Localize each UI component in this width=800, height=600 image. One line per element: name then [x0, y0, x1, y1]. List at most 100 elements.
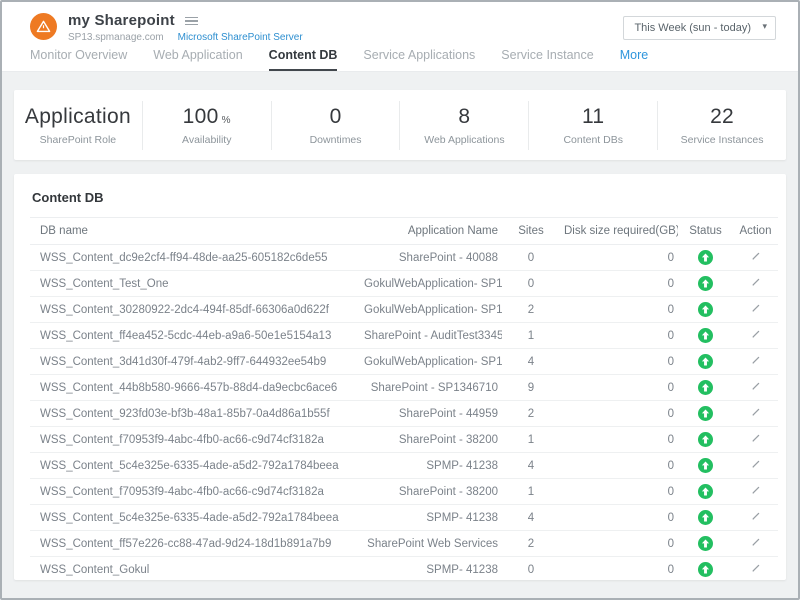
status-up-icon[interactable] — [698, 406, 713, 421]
application-name-cell: SPMP- 41238 — [360, 505, 502, 531]
application-name-cell: SharePoint - 40088 — [360, 245, 502, 271]
hamburger-menu-icon[interactable] — [185, 16, 198, 26]
status-up-icon[interactable] — [698, 328, 713, 343]
summary-stats-card: Application SharePoint Role 100% Availab… — [14, 90, 786, 160]
edit-pencil-icon[interactable] — [750, 406, 762, 421]
action-cell — [733, 479, 778, 505]
db-name-cell: WSS_Content_Test_One — [30, 271, 360, 297]
db-name-cell: WSS_Content_ff4ea452-5cdc-44eb-a9a6-50e1… — [30, 323, 360, 349]
stat-label: Service Instances — [658, 134, 786, 146]
status-up-icon[interactable] — [698, 432, 713, 447]
table-row: WSS_Content_923fd03e-bf3b-48a1-85b7-0a4d… — [30, 401, 778, 427]
table-row: WSS_Content_5c4e325e-6335-4ade-a5d2-792a… — [30, 505, 778, 531]
tab-more[interactable]: More — [620, 48, 648, 71]
status-cell — [678, 323, 733, 349]
content-area: Application SharePoint Role 100% Availab… — [2, 72, 798, 600]
sites-cell: 2 — [502, 401, 560, 427]
edit-pencil-icon[interactable] — [750, 484, 762, 499]
status-cell — [678, 245, 733, 271]
status-cell — [678, 479, 733, 505]
action-cell — [733, 297, 778, 323]
sites-cell: 0 — [502, 245, 560, 271]
action-cell — [733, 427, 778, 453]
edit-pencil-icon[interactable] — [750, 510, 762, 525]
action-cell — [733, 375, 778, 401]
disk-size-cell: 0 — [560, 375, 678, 401]
db-name-cell: WSS_Content_Gokul — [30, 557, 360, 583]
stat-availability: 100% Availability — [143, 101, 272, 150]
edit-pencil-icon[interactable] — [750, 562, 762, 577]
stat-value: Application — [25, 105, 131, 128]
tab-service-applications[interactable]: Service Applications — [363, 48, 475, 71]
status-up-icon[interactable] — [698, 354, 713, 369]
col-db-name: DB name — [30, 218, 360, 245]
status-up-icon[interactable] — [698, 562, 713, 577]
page-title: my Sharepoint — [68, 12, 175, 29]
status-cell — [678, 531, 733, 557]
edit-pencil-icon[interactable] — [750, 250, 762, 265]
edit-pencil-icon[interactable] — [750, 432, 762, 447]
status-up-icon[interactable] — [698, 458, 713, 473]
application-name-cell: SharePoint - 38200 — [360, 427, 502, 453]
status-up-icon[interactable] — [698, 250, 713, 265]
tab-service-instance[interactable]: Service Instance — [501, 48, 593, 71]
application-name-cell: SharePoint - SP1346710 — [360, 375, 502, 401]
edit-pencil-icon[interactable] — [750, 354, 762, 369]
table-row: WSS_Content_f70953f9-4abc-4fb0-ac66-c9d7… — [30, 427, 778, 453]
action-cell — [733, 245, 778, 271]
period-dropdown[interactable]: This Week (sun - today) ▾ — [623, 16, 776, 40]
col-sites: Sites — [502, 218, 560, 245]
sites-cell: 9 — [502, 375, 560, 401]
edit-pencil-icon[interactable] — [750, 536, 762, 551]
edit-pencil-icon[interactable] — [750, 328, 762, 343]
application-name-cell: SPMP- 41238 — [360, 557, 502, 583]
stat-service-instances: 22 Service Instances — [658, 101, 786, 150]
edit-pencil-icon[interactable] — [750, 458, 762, 473]
disk-size-cell: 0 — [560, 531, 678, 557]
stat-label: SharePoint Role — [14, 134, 142, 146]
application-name-cell: GokulWebApplication- SP1328261 — [360, 297, 502, 323]
status-cell — [678, 375, 733, 401]
stat-value: 0 — [330, 105, 342, 128]
disk-size-cell: 0 — [560, 323, 678, 349]
host-name: SP13.spmanage.com — [68, 32, 164, 43]
status-cell — [678, 427, 733, 453]
status-up-icon[interactable] — [698, 536, 713, 551]
db-name-cell: WSS_Content_923fd03e-bf3b-48a1-85b7-0a4d… — [30, 401, 360, 427]
status-up-icon[interactable] — [698, 510, 713, 525]
disk-size-cell: 0 — [560, 453, 678, 479]
col-application-name: Application Name — [360, 218, 502, 245]
edit-pencil-icon[interactable] — [750, 380, 762, 395]
stat-sharepoint-role: Application SharePoint Role — [14, 101, 143, 150]
server-type-link[interactable]: Microsoft SharePoint Server — [178, 32, 303, 43]
edit-pencil-icon[interactable] — [750, 276, 762, 291]
tab-monitor-overview[interactable]: Monitor Overview — [30, 48, 127, 71]
status-cell — [678, 271, 733, 297]
table-row: WSS_Content_44b8b580-9666-457b-88d4-da9e… — [30, 375, 778, 401]
table-row: WSS_Content_dc9e2cf4-ff94-48de-aa25-6051… — [30, 245, 778, 271]
edit-pencil-icon[interactable] — [750, 302, 762, 317]
sites-cell: 4 — [502, 349, 560, 375]
status-up-icon[interactable] — [698, 276, 713, 291]
table-row: WSS_Content_5c4e325e-6335-4ade-a5d2-792a… — [30, 453, 778, 479]
status-up-icon[interactable] — [698, 380, 713, 395]
application-name-cell: GokulWebApplication- SP1328261 — [360, 349, 502, 375]
status-up-icon[interactable] — [698, 484, 713, 499]
application-name-cell: SPMP- 41238 — [360, 453, 502, 479]
table-row: WSS_Content_3d41d30f-479f-4ab2-9ff7-6449… — [30, 349, 778, 375]
tab-bar: Monitor Overview Web Application Content… — [2, 48, 798, 72]
sites-cell: 2 — [502, 297, 560, 323]
stat-value: 8 — [458, 105, 470, 128]
stat-content-dbs: 11 Content DBs — [529, 101, 658, 150]
tab-web-application[interactable]: Web Application — [153, 48, 242, 71]
stat-unit: % — [222, 115, 231, 126]
tab-content-db[interactable]: Content DB — [269, 48, 338, 71]
table-row: WSS_Content_ff57e226-cc88-47ad-9d24-18d1… — [30, 531, 778, 557]
status-cell — [678, 297, 733, 323]
disk-size-cell: 0 — [560, 557, 678, 583]
action-cell — [733, 323, 778, 349]
db-name-cell: WSS_Content_ff57e226-cc88-47ad-9d24-18d1… — [30, 531, 360, 557]
status-up-icon[interactable] — [698, 302, 713, 317]
sites-cell: 1 — [502, 323, 560, 349]
sites-cell: 1 — [502, 427, 560, 453]
